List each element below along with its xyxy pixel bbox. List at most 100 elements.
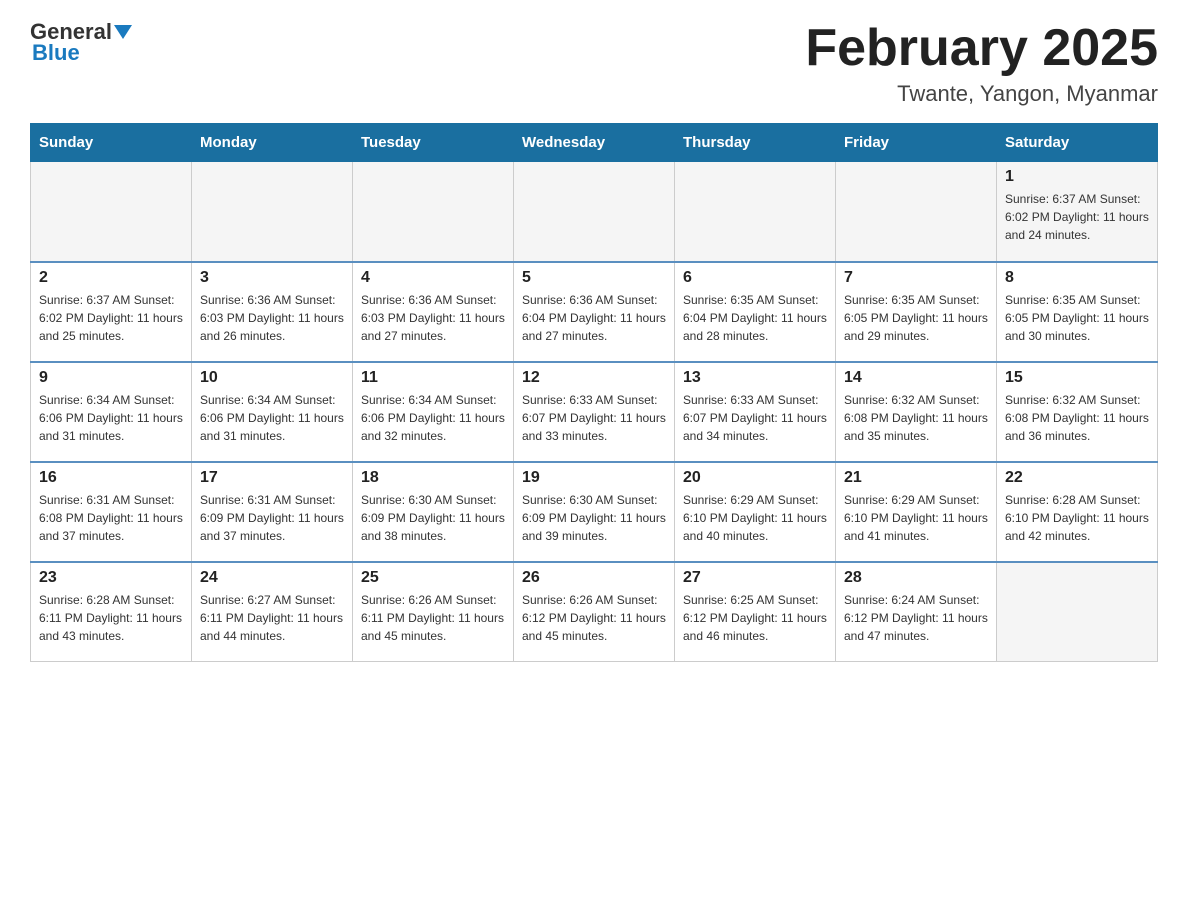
day-info: Sunrise: 6:35 AM Sunset: 6:05 PM Dayligh… (1005, 291, 1149, 345)
col-wednesday: Wednesday (514, 124, 675, 162)
day-info: Sunrise: 6:26 AM Sunset: 6:11 PM Dayligh… (361, 591, 505, 645)
day-number: 24 (200, 569, 344, 587)
day-number: 25 (361, 569, 505, 587)
col-tuesday: Tuesday (353, 124, 514, 162)
day-cell: 5 Sunrise: 6:36 AM Sunset: 6:04 PM Daylig… (514, 262, 675, 362)
day-number: 22 (1005, 469, 1149, 487)
calendar-table: Sunday Monday Tuesday Wednesday Thursday… (30, 123, 1158, 662)
page-header: General Blue February 2025 Twante, Yango… (30, 20, 1158, 107)
day-number: 19 (522, 469, 666, 487)
day-info: Sunrise: 6:29 AM Sunset: 6:10 PM Dayligh… (683, 491, 827, 545)
day-info: Sunrise: 6:27 AM Sunset: 6:11 PM Dayligh… (200, 591, 344, 645)
day-info: Sunrise: 6:32 AM Sunset: 6:08 PM Dayligh… (1005, 391, 1149, 445)
day-cell (353, 162, 514, 262)
calendar-body: 1 Sunrise: 6:37 AM Sunset: 6:02 PM Daylig… (31, 162, 1158, 662)
day-cell: 6 Sunrise: 6:35 AM Sunset: 6:04 PM Daylig… (675, 262, 836, 362)
day-cell: 25 Sunrise: 6:26 AM Sunset: 6:11 PM Dayli… (353, 562, 514, 662)
day-number: 1 (1005, 168, 1149, 186)
day-info: Sunrise: 6:25 AM Sunset: 6:12 PM Dayligh… (683, 591, 827, 645)
day-info: Sunrise: 6:30 AM Sunset: 6:09 PM Dayligh… (522, 491, 666, 545)
day-info: Sunrise: 6:31 AM Sunset: 6:09 PM Dayligh… (200, 491, 344, 545)
day-info: Sunrise: 6:31 AM Sunset: 6:08 PM Dayligh… (39, 491, 183, 545)
day-info: Sunrise: 6:34 AM Sunset: 6:06 PM Dayligh… (39, 391, 183, 445)
day-cell: 3 Sunrise: 6:36 AM Sunset: 6:03 PM Daylig… (192, 262, 353, 362)
day-info: Sunrise: 6:35 AM Sunset: 6:04 PM Dayligh… (683, 291, 827, 345)
day-cell: 12 Sunrise: 6:33 AM Sunset: 6:07 PM Dayli… (514, 362, 675, 462)
day-info: Sunrise: 6:36 AM Sunset: 6:04 PM Dayligh… (522, 291, 666, 345)
day-info: Sunrise: 6:24 AM Sunset: 6:12 PM Dayligh… (844, 591, 988, 645)
day-cell (192, 162, 353, 262)
calendar-title: February 2025 (805, 20, 1158, 77)
day-cell (836, 162, 997, 262)
day-cell: 14 Sunrise: 6:32 AM Sunset: 6:08 PM Dayli… (836, 362, 997, 462)
day-info: Sunrise: 6:37 AM Sunset: 6:02 PM Dayligh… (1005, 190, 1149, 244)
calendar-header: Sunday Monday Tuesday Wednesday Thursday… (31, 124, 1158, 162)
day-cell: 4 Sunrise: 6:36 AM Sunset: 6:03 PM Daylig… (353, 262, 514, 362)
day-info: Sunrise: 6:33 AM Sunset: 6:07 PM Dayligh… (522, 391, 666, 445)
day-cell: 8 Sunrise: 6:35 AM Sunset: 6:05 PM Daylig… (997, 262, 1158, 362)
day-number: 6 (683, 269, 827, 287)
day-cell: 24 Sunrise: 6:27 AM Sunset: 6:11 PM Dayli… (192, 562, 353, 662)
day-number: 8 (1005, 269, 1149, 287)
day-info: Sunrise: 6:33 AM Sunset: 6:07 PM Dayligh… (683, 391, 827, 445)
day-cell: 13 Sunrise: 6:33 AM Sunset: 6:07 PM Dayli… (675, 362, 836, 462)
day-cell: 28Sunrise: 6:24 AM Sunset: 6:12 PM Dayli… (836, 562, 997, 662)
day-info: Sunrise: 6:35 AM Sunset: 6:05 PM Dayligh… (844, 291, 988, 345)
day-cell: 1 Sunrise: 6:37 AM Sunset: 6:02 PM Daylig… (997, 162, 1158, 262)
day-cell: 20 Sunrise: 6:29 AM Sunset: 6:10 PM Dayli… (675, 462, 836, 562)
day-number: 14 (844, 369, 988, 387)
day-cell: 7Sunrise: 6:35 AM Sunset: 6:05 PM Daylig… (836, 262, 997, 362)
day-info: Sunrise: 6:36 AM Sunset: 6:03 PM Dayligh… (361, 291, 505, 345)
title-area: February 2025 Twante, Yangon, Myanmar (805, 20, 1158, 107)
day-cell: 2 Sunrise: 6:37 AM Sunset: 6:02 PM Daylig… (31, 262, 192, 362)
day-info: Sunrise: 6:28 AM Sunset: 6:10 PM Dayligh… (1005, 491, 1149, 545)
day-cell: 16 Sunrise: 6:31 AM Sunset: 6:08 PM Dayli… (31, 462, 192, 562)
day-number: 17 (200, 469, 344, 487)
day-info: Sunrise: 6:29 AM Sunset: 6:10 PM Dayligh… (844, 491, 988, 545)
day-info: Sunrise: 6:32 AM Sunset: 6:08 PM Dayligh… (844, 391, 988, 445)
day-number: 3 (200, 269, 344, 287)
logo-area: General Blue (30, 20, 132, 66)
day-number: 26 (522, 569, 666, 587)
day-cell (31, 162, 192, 262)
col-saturday: Saturday (997, 124, 1158, 162)
day-cell: 9Sunrise: 6:34 AM Sunset: 6:06 PM Daylig… (31, 362, 192, 462)
day-cell: 17 Sunrise: 6:31 AM Sunset: 6:09 PM Dayli… (192, 462, 353, 562)
day-cell: 22 Sunrise: 6:28 AM Sunset: 6:10 PM Dayli… (997, 462, 1158, 562)
col-monday: Monday (192, 124, 353, 162)
day-number: 13 (683, 369, 827, 387)
day-cell: 19 Sunrise: 6:30 AM Sunset: 6:09 PM Dayli… (514, 462, 675, 562)
calendar-subtitle: Twante, Yangon, Myanmar (805, 81, 1158, 107)
header-row: Sunday Monday Tuesday Wednesday Thursday… (31, 124, 1158, 162)
week-row-2: 9Sunrise: 6:34 AM Sunset: 6:06 PM Daylig… (31, 362, 1158, 462)
day-number: 20 (683, 469, 827, 487)
day-number: 11 (361, 369, 505, 387)
day-number: 15 (1005, 369, 1149, 387)
day-number: 4 (361, 269, 505, 287)
day-number: 5 (522, 269, 666, 287)
day-info: Sunrise: 6:26 AM Sunset: 6:12 PM Dayligh… (522, 591, 666, 645)
day-info: Sunrise: 6:34 AM Sunset: 6:06 PM Dayligh… (200, 391, 344, 445)
day-info: Sunrise: 6:36 AM Sunset: 6:03 PM Dayligh… (200, 291, 344, 345)
week-row-1: 2 Sunrise: 6:37 AM Sunset: 6:02 PM Daylig… (31, 262, 1158, 362)
day-cell: 27Sunrise: 6:25 AM Sunset: 6:12 PM Dayli… (675, 562, 836, 662)
day-number: 2 (39, 269, 183, 287)
day-number: 12 (522, 369, 666, 387)
week-row-0: 1 Sunrise: 6:37 AM Sunset: 6:02 PM Daylig… (31, 162, 1158, 262)
day-number: 16 (39, 469, 183, 487)
col-friday: Friday (836, 124, 997, 162)
day-number: 23 (39, 569, 183, 587)
day-cell: 18Sunrise: 6:30 AM Sunset: 6:09 PM Dayli… (353, 462, 514, 562)
day-cell: 15 Sunrise: 6:32 AM Sunset: 6:08 PM Dayli… (997, 362, 1158, 462)
day-info: Sunrise: 6:37 AM Sunset: 6:02 PM Dayligh… (39, 291, 183, 345)
col-sunday: Sunday (31, 124, 192, 162)
logo-container: General Blue (30, 20, 132, 66)
day-cell (675, 162, 836, 262)
day-cell (997, 562, 1158, 662)
day-cell: 23Sunrise: 6:28 AM Sunset: 6:11 PM Dayli… (31, 562, 192, 662)
day-cell (514, 162, 675, 262)
day-number: 10 (200, 369, 344, 387)
col-thursday: Thursday (675, 124, 836, 162)
day-number: 18 (361, 469, 505, 487)
day-cell: 11Sunrise: 6:34 AM Sunset: 6:06 PM Dayli… (353, 362, 514, 462)
